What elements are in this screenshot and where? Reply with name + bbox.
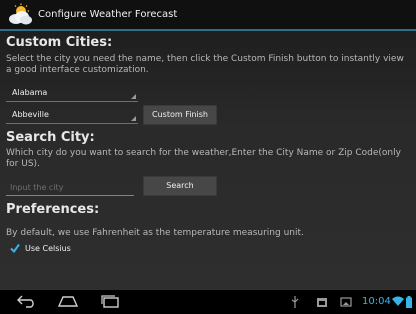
- preferences-description: By default, we use Fahrenheit as the tem…: [6, 228, 304, 238]
- notification-calendar-icon: [317, 298, 327, 307]
- home-icon[interactable]: [57, 294, 79, 308]
- screenshot-icon: [340, 297, 352, 307]
- search-button[interactable]: Search: [143, 176, 217, 196]
- custom-cities-description: Select the city you need the name, then …: [6, 54, 404, 75]
- state-spinner[interactable]: Alabama: [6, 86, 138, 102]
- usb-icon: [291, 296, 299, 308]
- app-screen: Configure Weather Forecast Custom Cities…: [0, 0, 416, 290]
- back-icon[interactable]: [16, 294, 38, 308]
- preferences-heading: Preferences:: [6, 202, 100, 217]
- state-spinner-value: Alabama: [12, 88, 48, 97]
- recent-apps-icon[interactable]: [99, 294, 121, 308]
- battery-icon: [406, 296, 412, 308]
- weather-cloud-sun-icon: [9, 3, 32, 25]
- city-spinner-value: Abbeville: [12, 110, 49, 119]
- use-celsius-label: Use Celsius: [25, 244, 71, 253]
- system-navigation-bar: 10:04: [0, 290, 416, 314]
- search-city-heading: Search City:: [6, 130, 95, 145]
- action-bar: Configure Weather Forecast: [0, 0, 416, 31]
- search-city-description: Which city do you want to search for the…: [6, 148, 401, 169]
- checkmark-icon: [10, 243, 20, 253]
- custom-finish-button[interactable]: Custom Finish: [143, 105, 217, 125]
- app-title: Configure Weather Forecast: [38, 9, 178, 20]
- custom-cities-heading: Custom Cities:: [6, 35, 113, 50]
- city-spinner[interactable]: Abbeville: [6, 108, 138, 124]
- wifi-icon: [392, 296, 404, 306]
- spinner-arrow-icon: [131, 116, 136, 121]
- spinner-arrow-icon: [131, 94, 136, 99]
- city-search-input[interactable]: [6, 176, 134, 196]
- status-clock: 10:04: [362, 296, 391, 307]
